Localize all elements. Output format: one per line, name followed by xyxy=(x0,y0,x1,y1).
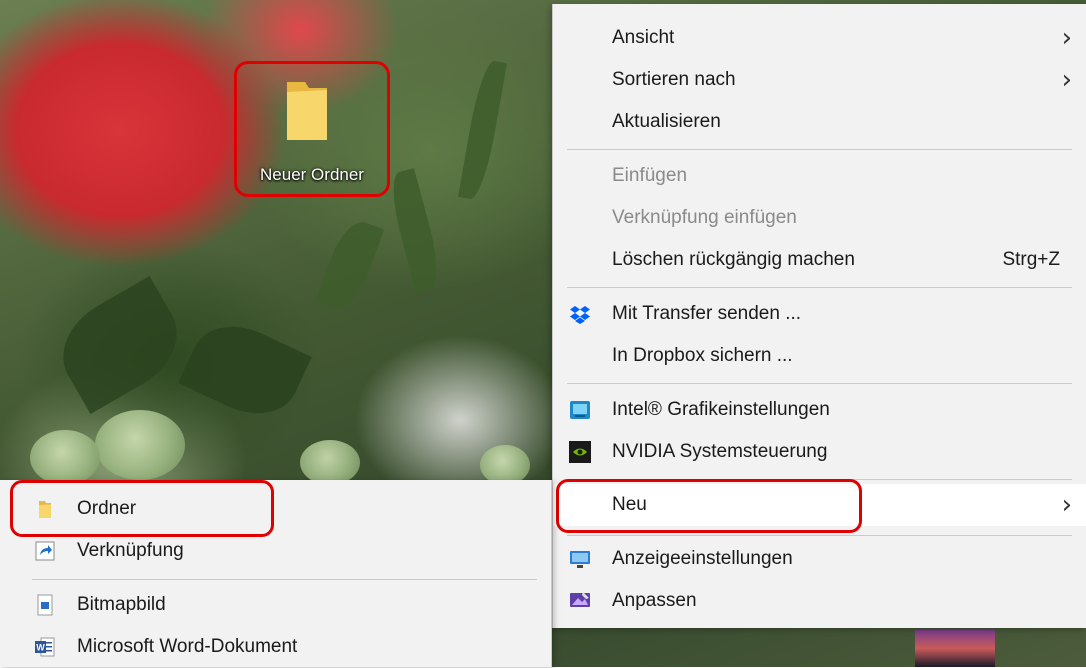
menu-item-label: Verknüpfung einfügen xyxy=(612,207,797,228)
menu-item-ansicht[interactable]: Ansicht › xyxy=(553,17,1086,59)
chevron-right-icon: › xyxy=(1061,490,1072,520)
menu-item-label: NVIDIA Systemsteuerung xyxy=(612,441,828,462)
personalize-icon xyxy=(570,592,590,607)
desktop-folder-item[interactable]: Neuer Ordner xyxy=(234,61,390,197)
word-icon: W xyxy=(35,637,55,657)
menu-item-loeschen-rueckgaengig[interactable]: Löschen rückgängig machen Strg+Z xyxy=(553,239,1086,281)
bitmap-icon xyxy=(37,594,53,616)
menu-item-anzeigeeinstellungen[interactable]: Anzeigeeinstellungen xyxy=(553,538,1086,580)
menu-separator xyxy=(567,535,1072,536)
menu-item-nvidia-systemsteuerung[interactable]: NVIDIA Systemsteuerung xyxy=(553,431,1086,473)
wallpaper-leaf xyxy=(178,310,312,430)
menu-item-anpassen[interactable]: Anpassen xyxy=(553,580,1086,622)
submenu-item-word-dokument[interactable]: W Microsoft Word-Dokument xyxy=(0,626,551,668)
menu-item-einfuegen: Einfügen xyxy=(553,155,1086,197)
wallpaper-leaf xyxy=(384,168,446,292)
nvidia-icon xyxy=(569,441,591,463)
display-settings-icon xyxy=(570,551,590,568)
menu-item-sortieren-nach[interactable]: Sortieren nach › xyxy=(553,59,1086,101)
highlight-box-ordner xyxy=(10,480,274,537)
wallpaper-sunset-thumbnail xyxy=(915,630,995,667)
menu-separator xyxy=(32,579,537,580)
menu-separator xyxy=(567,383,1072,384)
menu-item-label: Einfügen xyxy=(612,165,688,186)
folder-icon xyxy=(287,82,327,140)
menu-separator xyxy=(567,287,1072,288)
wallpaper-succulent xyxy=(95,410,185,480)
menu-item-label: Löschen rückgängig machen xyxy=(612,249,855,270)
wallpaper-leaf xyxy=(458,58,507,202)
chevron-right-icon: › xyxy=(1061,65,1072,95)
intel-graphics-icon xyxy=(570,401,590,419)
menu-item-label: Sortieren nach xyxy=(612,69,736,90)
chevron-right-icon: › xyxy=(1061,23,1072,53)
wallpaper-leaf xyxy=(45,276,195,414)
menu-item-label: Ansicht xyxy=(612,27,675,48)
desktop-context-menu: Ansicht › Sortieren nach › Aktualisieren… xyxy=(552,4,1086,628)
menu-item-aktualisieren[interactable]: Aktualisieren xyxy=(553,101,1086,143)
menu-item-verknuepfung-einfuegen: Verknüpfung einfügen xyxy=(553,197,1086,239)
menu-item-label: Microsoft Word-Dokument xyxy=(77,636,298,657)
desktop-folder-label: Neuer Ordner xyxy=(260,165,364,184)
submenu-item-bitmapbild[interactable]: Bitmapbild xyxy=(0,584,551,626)
shortcut-icon xyxy=(35,541,55,561)
menu-item-in-dropbox-sichern[interactable]: In Dropbox sichern ... xyxy=(553,335,1086,377)
wallpaper-leaf xyxy=(315,215,385,315)
menu-item-label: Intel® Grafikeinstellungen xyxy=(612,399,830,420)
menu-item-label: Anpassen xyxy=(612,590,697,611)
menu-separator xyxy=(567,149,1072,150)
wallpaper-succulent xyxy=(30,430,100,485)
dropbox-icon xyxy=(570,306,590,324)
menu-item-label: Anzeigeeinstellungen xyxy=(612,548,793,569)
menu-item-label: Mit Transfer senden ... xyxy=(612,303,802,324)
menu-item-label: Verknüpfung xyxy=(77,540,184,561)
menu-item-label: Bitmapbild xyxy=(77,594,166,615)
menu-item-label: In Dropbox sichern ... xyxy=(612,345,793,366)
menu-item-label: Aktualisieren xyxy=(612,111,721,132)
menu-item-shortcut: Strg+Z xyxy=(1002,249,1060,270)
wallpaper-succulent xyxy=(300,440,360,485)
submenu-item-verknuepfung[interactable]: Verknüpfung xyxy=(0,530,551,572)
menu-item-mit-transfer-senden[interactable]: Mit Transfer senden ... xyxy=(553,293,1086,335)
svg-text:W: W xyxy=(36,643,45,653)
highlight-box-neu xyxy=(556,479,862,533)
menu-item-intel-grafikeinstellungen[interactable]: Intel® Grafikeinstellungen xyxy=(553,389,1086,431)
new-submenu: Ordner Verknüpfung Bitmapbild W Microsof… xyxy=(0,480,552,667)
wallpaper-succulent xyxy=(480,445,530,485)
